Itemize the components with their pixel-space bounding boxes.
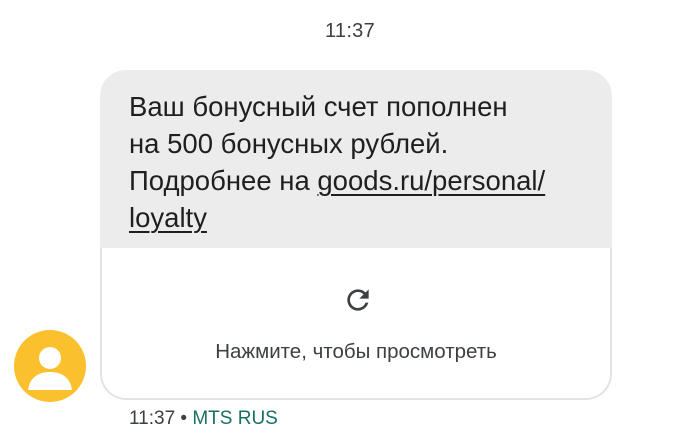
thread-timestamp: 11:37: [324, 20, 376, 42]
person-icon: [28, 347, 72, 390]
message-thread-screen: 11:37 Ваш бонусный счет пополнен на 500 …: [0, 0, 700, 444]
message-link-part-1[interactable]: goods.ru/personal/: [317, 165, 545, 196]
message-line-3-prefix: Подробнее на: [129, 165, 318, 196]
message-text: Ваш бонусный счет пополнен на 500 бонусн…: [100, 70, 612, 248]
message-line-3: Подробнее на goods.ru/personal/: [129, 162, 592, 199]
message-line-4: loyalty: [129, 199, 592, 236]
sim-label: MTS RUS: [192, 408, 278, 429]
message-line-1: Ваш бонусный счет пополнен: [129, 91, 508, 122]
message-link-part-2[interactable]: loyalty: [129, 202, 207, 233]
link-preview-card[interactable]: Нажмите, чтобы просмотреть: [100, 248, 612, 400]
preview-tap-label[interactable]: Нажмите, чтобы просмотреть: [102, 340, 610, 364]
message-status: 11:37 • MTS RUS: [129, 408, 278, 430]
message-bubble[interactable]: Ваш бонусный счет пополнен на 500 бонусн…: [100, 70, 612, 400]
sender-avatar[interactable]: [14, 330, 86, 402]
message-time: 11:37: [129, 408, 176, 429]
refresh-icon[interactable]: [342, 284, 374, 316]
status-separator: •: [175, 408, 193, 429]
message-line-2: на 500 бонусных рублей.: [129, 128, 449, 159]
